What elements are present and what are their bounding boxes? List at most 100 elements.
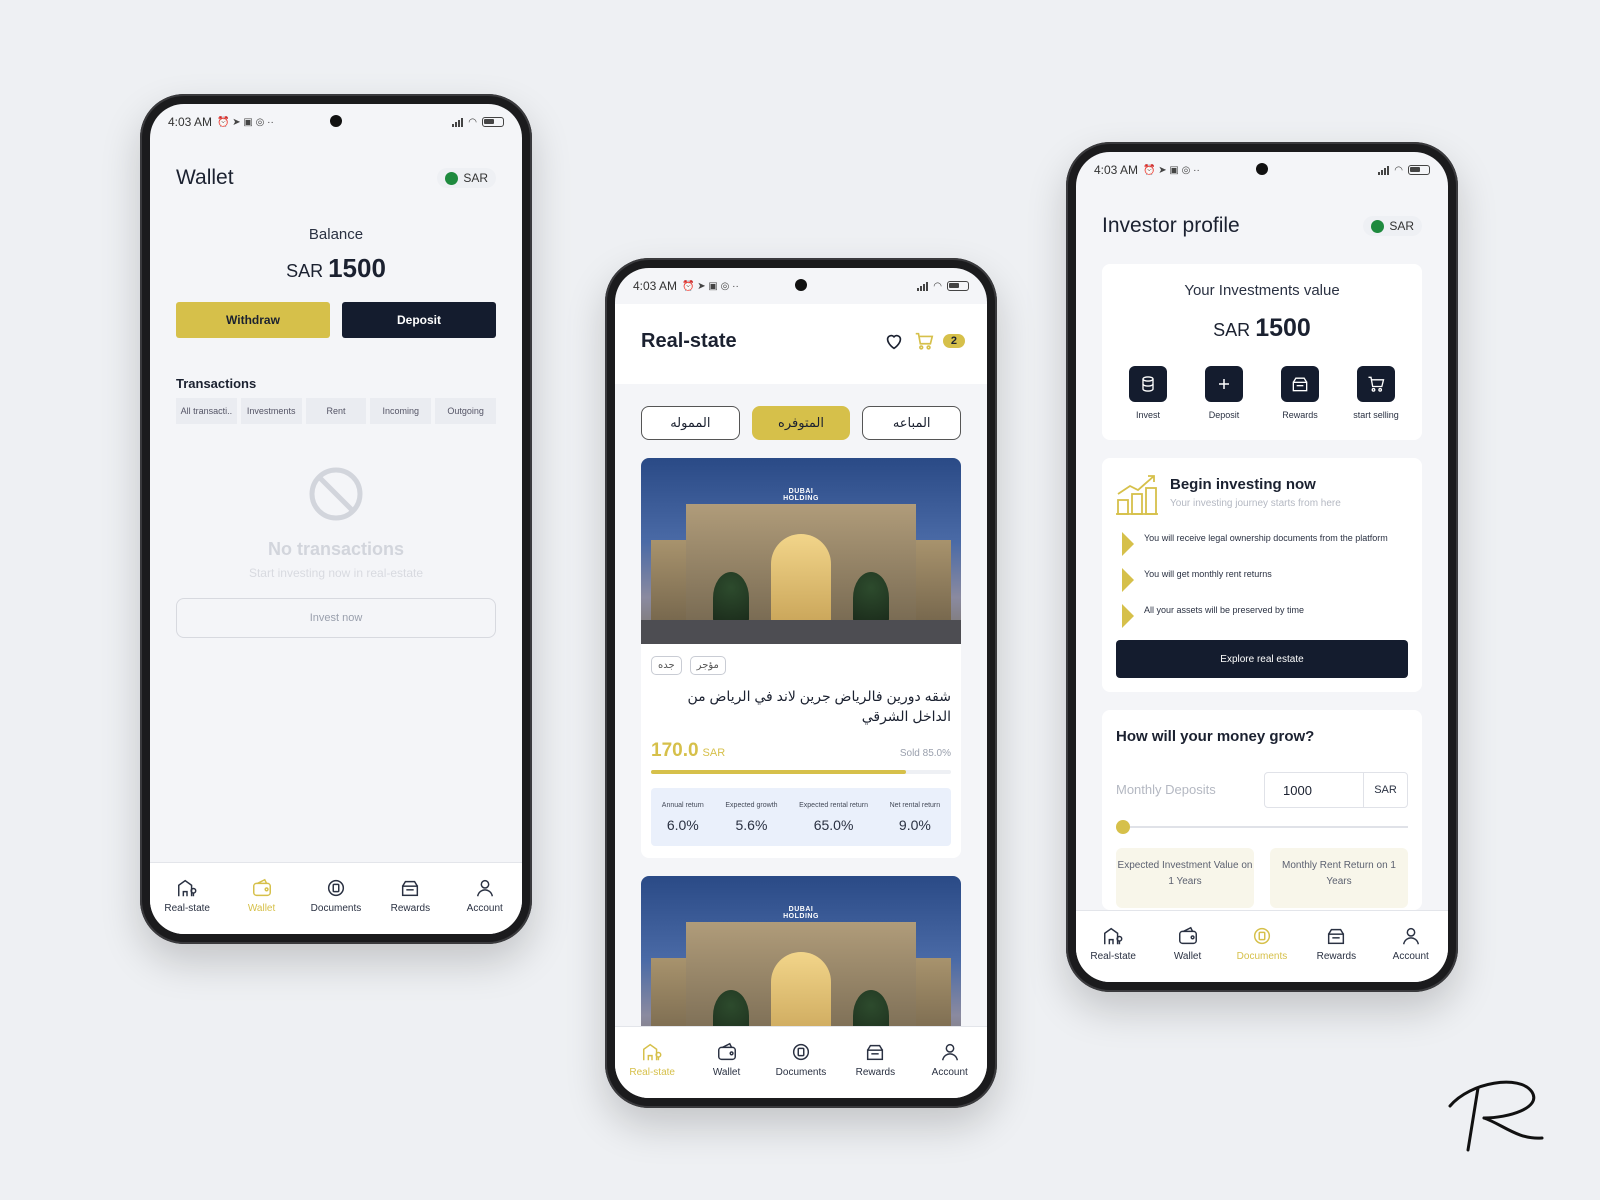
quick-action-label: Deposit [1208, 410, 1240, 420]
nav-item-rewards[interactable]: Rewards [843, 1041, 907, 1078]
investor-screen: 4:03 AM ⏰ ➤ ▣ ◎ ·· ◠ Investor profile SAR… [1076, 152, 1448, 982]
tag-status: مؤجر [689, 656, 726, 675]
projection-results: Expected Investment Value on 1 Years Mon… [1116, 848, 1408, 908]
benefit-item: You will get monthly rent returns [1122, 568, 1406, 592]
benefits-list: You will receive legal ownership documen… [1122, 532, 1406, 640]
tab-incoming[interactable]: Incoming [370, 398, 432, 424]
stat-expected-rental-return: Expected rental return 65.0% [799, 802, 868, 833]
tab-investments[interactable]: Investments [240, 398, 302, 424]
nav-item-documents[interactable]: Documents [769, 1041, 833, 1078]
benefit-text: All your assets will be preserved by tim… [1144, 605, 1305, 615]
road [641, 620, 961, 644]
quick-action-label: Rewards [1282, 410, 1318, 420]
stat-value: 6.0% [666, 816, 699, 833]
tab-rent[interactable]: Rent [305, 398, 367, 424]
empty-state: No transactions Start investing now in r… [150, 466, 522, 580]
heart-icon[interactable] [883, 330, 905, 352]
price-currency: SAR [702, 747, 726, 759]
quick-action-rewards[interactable]: Rewards [1265, 366, 1335, 420]
battery-icon [482, 117, 504, 127]
sold-progress-fill [651, 770, 906, 774]
deposit-slider[interactable] [1116, 820, 1408, 834]
filter-sold[interactable]: المباعه [862, 406, 962, 440]
status-icons: ⏰ ➤ ▣ ◎ ·· [682, 280, 739, 292]
phone-investor: 4:03 AM ⏰ ➤ ▣ ◎ ·· ◠ Investor profile SAR… [1066, 142, 1458, 992]
sold-percentage: Sold 85.0% [899, 748, 951, 759]
bottom-nav: Real-state Wallet Documents Rewards Acco… [1076, 910, 1448, 982]
quick-action-start-selling[interactable]: start selling [1341, 366, 1411, 420]
slider-handle[interactable] [1116, 820, 1130, 834]
status-time: 4:03 AM [168, 115, 213, 129]
status-filter: المموله المتوفره المباعه [641, 406, 962, 440]
status-time: 4:03 AM [633, 279, 678, 293]
bullet-triangle-icon [1122, 568, 1134, 592]
nav-item-rewards[interactable]: Rewards [378, 877, 442, 914]
status-time: 4:03 AM [1094, 163, 1139, 177]
nav-label: Account [466, 903, 503, 914]
filter-funded[interactable]: المموله [641, 406, 740, 440]
begin-investing-card: Begin investing now Your investing journ… [1102, 458, 1422, 692]
no-entry-icon [309, 467, 363, 521]
nav-item-realstate[interactable]: Real-state [620, 1041, 684, 1078]
stat-annual-return: Annual return 6.0% [662, 802, 704, 833]
phone-wallet: 4:03 AM ⏰ ➤ ▣ ◎ ·· ◠ Wallet SAR Balance S… [140, 94, 532, 944]
nav-label: Wallet [712, 1067, 741, 1078]
flag-icon [445, 171, 459, 185]
nav-item-documents[interactable]: Documents [304, 877, 368, 914]
deposit-value[interactable]: 1000 [1265, 773, 1363, 807]
quick-action-label: start selling [1353, 410, 1399, 420]
withdraw-button[interactable]: Withdraw [176, 302, 330, 338]
wallet-actions: Withdraw Deposit [176, 302, 496, 338]
property-title: شقه دورين فالرياض جرين لاند في الرياض من… [687, 688, 951, 724]
sold-progress-bar [651, 770, 951, 774]
camera-hole [795, 279, 807, 291]
nav-label: Documents [775, 1067, 827, 1078]
currency-selector[interactable]: SAR [437, 168, 496, 188]
balance-currency: SAR [286, 261, 324, 281]
stat-net-rental-return: Net rental return 9.0% [890, 802, 941, 833]
explore-real-estate-button[interactable]: Explore real estate [1116, 640, 1408, 678]
realstate-screen: 4:03 AM ⏰ ➤ ▣ ◎ ·· ◠ Real-state 2 المموله… [615, 268, 987, 1098]
deposit-button[interactable]: Deposit [342, 302, 496, 338]
header-actions: 2 [883, 330, 965, 352]
nav-label: Rewards [855, 1067, 896, 1078]
nav-item-realstate[interactable]: Real-state [155, 877, 219, 914]
camera-hole [1256, 163, 1268, 175]
nav-label: Rewards [390, 903, 431, 914]
rewards-icon [402, 880, 419, 897]
tab-outgoing[interactable]: Outgoing [435, 398, 496, 424]
wallet-screen: 4:03 AM ⏰ ➤ ▣ ◎ ·· ◠ Wallet SAR Balance S… [150, 104, 522, 934]
photo-logo: DUBAI HOLDING [783, 906, 819, 920]
nav-item-wallet[interactable]: Wallet [1156, 925, 1220, 962]
nav-item-wallet[interactable]: Wallet [230, 877, 294, 914]
nav-item-account[interactable]: Account [918, 1041, 982, 1078]
stat-value: 5.6% [735, 816, 768, 833]
monthly-deposit-field[interactable]: 1000 SAR [1264, 772, 1408, 808]
nav-item-documents[interactable]: Documents [1230, 925, 1294, 962]
status-icons: ⏰ ➤ ▣ ◎ ·· [217, 116, 274, 128]
nav-label: Real-state [629, 1067, 675, 1078]
bottom-nav: Real-state Wallet Documents Rewards Acco… [615, 1026, 987, 1098]
nav-item-account[interactable]: Account [1379, 925, 1443, 962]
monthly-deposits-label: Monthly Deposits [1116, 782, 1216, 797]
nav-item-realstate[interactable]: Real-state [1081, 925, 1145, 962]
invest-now-button[interactable]: Invest now [176, 598, 496, 638]
nav-item-account[interactable]: Account [453, 877, 517, 914]
quick-action-invest[interactable]: Invest [1113, 366, 1183, 420]
property-tags: جده مؤجر [651, 656, 726, 675]
nav-item-rewards[interactable]: Rewards [1304, 925, 1368, 962]
stat-label: Annual return [661, 801, 704, 809]
property-card[interactable]: DUBAI HOLDING جده مؤجر شقه دورين فالرياض… [641, 458, 961, 858]
wifi-icon: ◠ [1394, 164, 1403, 176]
money-growth-card: How will your money grow? Monthly Deposi… [1102, 710, 1422, 910]
transaction-tabs: All transacti.. Investments Rent Incomin… [176, 398, 496, 424]
battery-icon [1408, 165, 1430, 175]
filter-available[interactable]: المتوفره [751, 406, 851, 440]
quick-action-deposit[interactable]: Deposit [1189, 366, 1259, 420]
cart-icon[interactable] [913, 330, 935, 352]
nav-label: Documents [310, 903, 362, 914]
tab-all-transactions[interactable]: All transacti.. [176, 398, 237, 424]
nav-item-wallet[interactable]: Wallet [695, 1041, 759, 1078]
currency-selector[interactable]: SAR [1363, 216, 1422, 236]
building-icon [178, 879, 197, 897]
